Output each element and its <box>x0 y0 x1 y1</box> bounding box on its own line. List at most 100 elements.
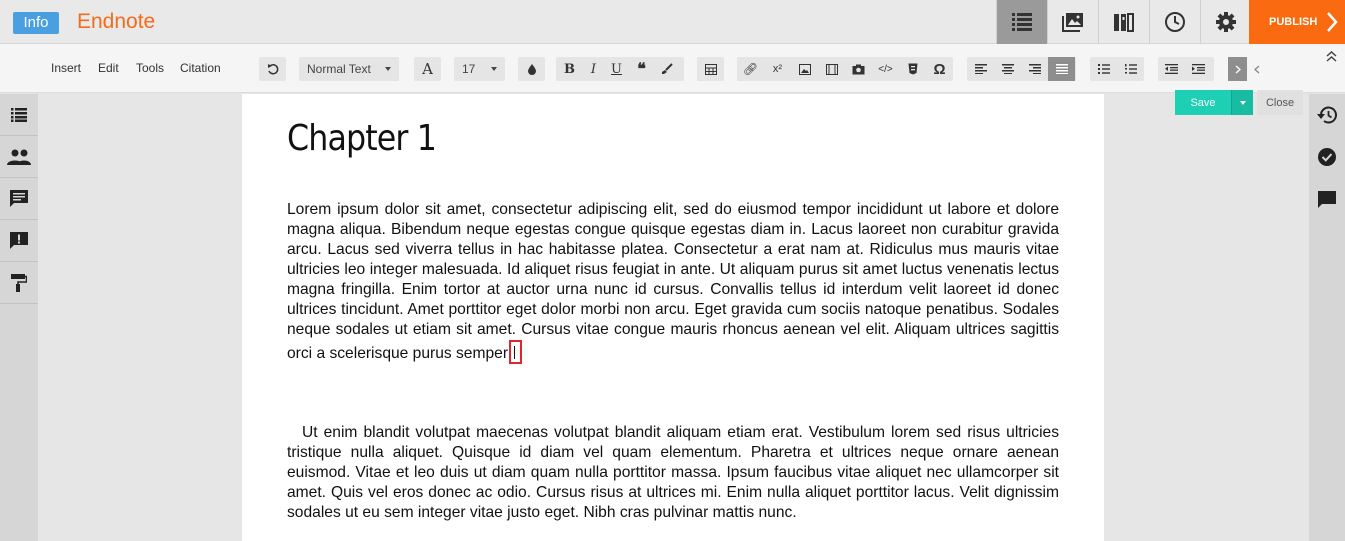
menu-citation[interactable]: Citation <box>180 61 221 75</box>
numbered-list-button[interactable] <box>1117 57 1144 81</box>
bold-icon: B <box>564 61 575 77</box>
omega-icon: Ω <box>933 60 946 78</box>
editor-toolbar: Insert Edit Tools Citation Normal Text A… <box>0 44 1345 93</box>
align-group <box>967 57 1076 81</box>
chevron-right-icon <box>1327 12 1338 32</box>
blockquote-button[interactable]: ❝ <box>629 57 654 81</box>
images-icon <box>1062 13 1083 32</box>
sidebar-item-approve[interactable] <box>1309 136 1345 178</box>
paragraph-1[interactable]: Lorem ipsum dolor sit amet, consectetur … <box>287 200 1059 364</box>
people-icon <box>7 149 31 165</box>
close-button[interactable]: Close <box>1257 90 1303 115</box>
bullet-list-button[interactable] <box>1090 57 1117 81</box>
table-group <box>697 57 724 81</box>
italic-button[interactable]: I <box>583 57 604 81</box>
top-bar: Info Endnote PUBLISH <box>0 0 1345 44</box>
history-button[interactable] <box>1149 0 1200 44</box>
list-group <box>1090 57 1144 81</box>
table-icon <box>704 63 717 75</box>
bold-button[interactable]: B <box>556 57 583 81</box>
italic-icon: I <box>590 61 597 77</box>
color-group <box>518 57 545 81</box>
document-page[interactable]: Chapter 1 Lorem ipsum dolor sit amet, co… <box>242 94 1104 541</box>
align-left-button[interactable] <box>967 57 994 81</box>
toolbar-scroll-group <box>1228 57 1268 81</box>
alert-comment-icon <box>10 232 28 249</box>
align-right-button[interactable] <box>1021 57 1048 81</box>
publish-label: PUBLISH <box>1269 16 1318 28</box>
sidebar-item-chat[interactable] <box>1309 178 1345 220</box>
underline-button[interactable]: U <box>604 57 629 81</box>
indent-icon <box>1192 64 1205 74</box>
format-group: B I U ❝ <box>556 57 684 81</box>
numbered-list-icon <box>1124 64 1137 74</box>
film-icon <box>825 63 838 75</box>
library-button[interactable] <box>1098 0 1149 44</box>
sidebar-item-outline[interactable] <box>0 94 38 136</box>
underline-icon: U <box>611 61 622 77</box>
indent-button[interactable] <box>1185 57 1212 81</box>
undo-icon <box>267 63 278 75</box>
quote-icon: ❝ <box>637 61 646 78</box>
collapse-toolbar-button[interactable] <box>1318 44 1345 68</box>
publish-button[interactable]: PUBLISH <box>1249 0 1345 44</box>
outdent-button[interactable] <box>1158 57 1185 81</box>
paint-roller-icon <box>11 273 27 292</box>
top-icon-bar <box>996 0 1251 44</box>
undo-button[interactable] <box>259 57 286 81</box>
bullet-list-icon <box>1097 64 1110 74</box>
outdent-icon <box>1165 64 1178 74</box>
save-options-button[interactable] <box>1231 90 1253 115</box>
info-button[interactable]: Info <box>13 12 59 34</box>
brush-icon <box>661 63 673 74</box>
paragraph-style-select[interactable]: Normal Text <box>299 57 399 81</box>
special-char-button[interactable]: Ω <box>926 57 953 81</box>
text-color-button[interactable] <box>518 57 545 81</box>
sidebar-item-collaborators[interactable] <box>0 136 38 178</box>
outline-view-button[interactable] <box>996 0 1047 44</box>
align-center-icon <box>1001 64 1014 74</box>
html5-button[interactable] <box>899 57 926 81</box>
sidebar-item-revision-history[interactable] <box>1309 94 1345 136</box>
outline-icon <box>1012 13 1032 31</box>
link-button[interactable]: 🔗︎ <box>737 57 764 81</box>
align-center-button[interactable] <box>994 57 1021 81</box>
history-clock-icon <box>1165 12 1185 32</box>
code-icon: </> <box>878 63 893 75</box>
menu-insert[interactable]: Insert <box>51 61 81 75</box>
font-family-button[interactable]: A <box>414 57 441 81</box>
code-button[interactable]: </> <box>872 57 899 81</box>
menu-tools[interactable]: Tools <box>136 61 164 75</box>
video-button[interactable] <box>818 57 845 81</box>
text-cursor-highlight <box>509 340 523 364</box>
list-icon <box>11 107 27 122</box>
sidebar-item-comments[interactable] <box>0 178 38 220</box>
indent-group <box>1158 57 1214 81</box>
align-justify-button[interactable] <box>1048 57 1075 81</box>
settings-button[interactable] <box>1200 0 1251 44</box>
toolbar-scroll-left-button[interactable] <box>1247 57 1266 81</box>
font-size-select[interactable]: 17 <box>454 57 505 81</box>
left-sidebar <box>0 94 38 541</box>
sidebar-item-feedback[interactable] <box>0 220 38 262</box>
align-left-icon <box>974 64 987 74</box>
save-button[interactable]: Save <box>1175 90 1231 115</box>
chapter-title[interactable]: Chapter 1 <box>287 118 437 159</box>
superscript-button[interactable]: x² <box>764 57 791 81</box>
menu-edit[interactable]: Edit <box>98 61 119 75</box>
drop-icon <box>527 64 536 75</box>
align-right-icon <box>1028 64 1041 74</box>
format-painter-button[interactable] <box>654 57 679 81</box>
chevron-right-icon <box>1235 65 1241 73</box>
font-family-group: A <box>414 57 441 81</box>
images-button[interactable] <box>1047 0 1098 44</box>
paragraph-2[interactable]: Ut enim blandit volutpat maecenas volutp… <box>287 423 1059 523</box>
sidebar-item-styles[interactable] <box>0 262 38 304</box>
link-icon: 🔗︎ <box>742 62 759 76</box>
camera-button[interactable] <box>845 57 872 81</box>
toolbar-scroll-right-button[interactable] <box>1228 57 1247 81</box>
image-button[interactable] <box>791 57 818 81</box>
chevron-down-icon <box>385 67 391 71</box>
table-button[interactable] <box>697 57 724 81</box>
superscript-icon: x² <box>772 63 783 75</box>
